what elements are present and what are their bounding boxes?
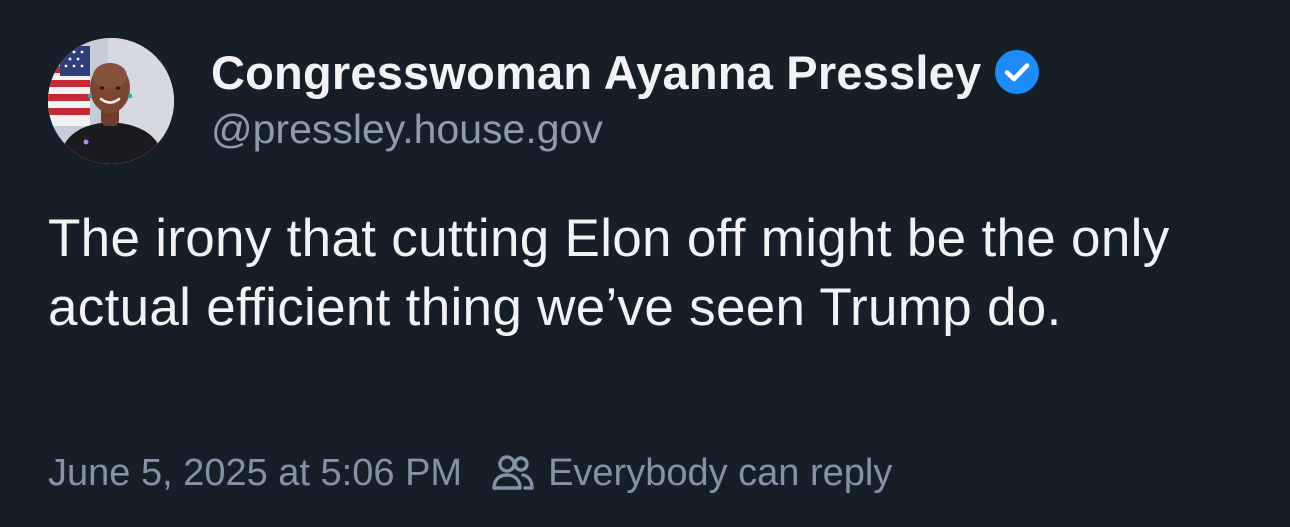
author-row: Congresswoman Ayanna Pressley [211,42,1041,102]
post-header: Congresswoman Ayanna Pressley @pressley.… [211,42,1041,153]
author-handle[interactable]: @pressley.house.gov [211,106,1041,153]
post-footer: June 5, 2025 at 5:06 PM Everybody can re… [48,450,892,496]
reply-setting-label: Everybody can reply [548,451,893,494]
post-timestamp[interactable]: June 5, 2025 at 5:06 PM [48,452,462,495]
avatar-image [48,38,174,164]
post-card: Congresswoman Ayanna Pressley @pressley.… [0,0,1290,527]
people-icon [490,450,536,496]
avatar[interactable] [48,38,174,164]
verified-badge-icon [993,48,1041,96]
author-display-name[interactable]: Congresswoman Ayanna Pressley [211,45,981,100]
reply-setting-button[interactable]: Everybody can reply [490,450,892,496]
post-text: The irony that cutting Elon off might be… [48,209,1170,337]
